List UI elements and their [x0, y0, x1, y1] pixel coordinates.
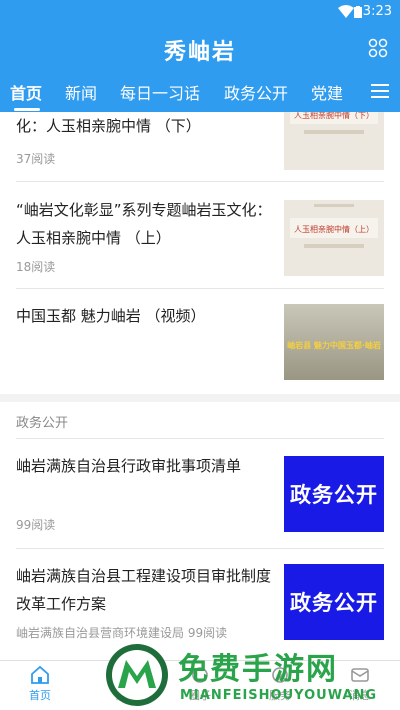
- nav-home-label: 首页: [29, 689, 51, 702]
- section-header: 政务公开: [16, 416, 69, 431]
- watermark-logo-icon: [106, 644, 168, 706]
- hamburger-menu-icon[interactable]: [370, 82, 390, 100]
- article-title: 中国玉都 魅力岫岩 （视频）: [16, 307, 206, 325]
- article-meta: 99阅读: [16, 518, 56, 532]
- article-meta: 18阅读: [16, 260, 56, 274]
- divider: [16, 181, 384, 182]
- list-item[interactable]: 中国玉都 魅力岫岩 （视频） 岫岩县 魅力中国玉都·岫岩: [16, 300, 384, 392]
- video-thumbnail: 岫岩县 魅力中国玉都·岫岩: [284, 304, 384, 380]
- wifi-icon: [338, 5, 354, 18]
- tab-daily-quote[interactable]: 每日一习话: [120, 80, 200, 104]
- list-item[interactable]: 化：人玉相亲腕中情 （下） 37阅读 人玉相亲腕中情（下）: [16, 112, 384, 182]
- category-tabs: 首页 新闻 每日一习话 政务公开 党建: [0, 72, 400, 112]
- tab-news[interactable]: 新闻: [65, 80, 97, 104]
- article-meta: 37阅读: [16, 152, 56, 166]
- grid-menu-icon[interactable]: [368, 38, 388, 58]
- thumb-caption: 人玉相亲腕中情（上）: [294, 224, 374, 234]
- battery-icon: [354, 6, 362, 18]
- active-tab-indicator: [14, 108, 40, 111]
- gov-thumbnail: 政务公开: [284, 456, 384, 532]
- home-icon: [31, 665, 49, 684]
- gov-thumbnail: 政务公开: [284, 564, 384, 640]
- article-thumbnail: 人玉相亲腕中情（下）: [284, 112, 384, 170]
- thumb-caption: 人玉相亲腕中情（下）: [294, 112, 374, 120]
- watermark-overlay: 免费手游网 MIANFEISHOUYOUWANG: [100, 640, 400, 710]
- tab-gov-affairs[interactable]: 政务公开: [224, 80, 288, 104]
- nav-home[interactable]: 首页: [10, 665, 70, 703]
- app-title: 秀岫岩: [163, 39, 236, 65]
- list-item[interactable]: “岫岩文化彰显”系列专题岫岩玉文化：人玉相亲腕中情 （上） 18阅读 人玉相亲腕…: [16, 194, 384, 288]
- article-title: 岫岩满族自治县工程建设项目审批制度改革工作方案: [16, 567, 272, 613]
- list-item[interactable]: 岫岩满族自治县行政审批事项清单 99阅读 政务公开: [16, 450, 384, 542]
- divider: [16, 288, 384, 289]
- tab-party[interactable]: 党建: [311, 80, 343, 104]
- tab-home[interactable]: 首页: [10, 80, 42, 104]
- article-title: 岫岩满族自治县行政审批事项清单: [16, 457, 242, 475]
- status-bar: 3:23: [0, 0, 400, 24]
- divider: [16, 438, 384, 439]
- thumb-caption: 岫岩县 魅力中国玉都·岫岩: [287, 340, 381, 350]
- article-title: “岫岩文化彰显”系列专题岫岩玉文化：人玉相亲腕中情 （上）: [16, 201, 272, 247]
- app-bar: 秀岫岩: [0, 24, 400, 72]
- article-thumbnail: 人玉相亲腕中情（上）: [284, 200, 384, 276]
- watermark-text: 免费手游网: [178, 652, 338, 687]
- article-title: 化：人玉相亲腕中情 （下）: [16, 117, 201, 135]
- status-time: 3:23: [362, 4, 392, 19]
- article-meta: 岫岩满族自治县营商环境建设局 99阅读: [16, 626, 228, 640]
- feed-list: 化：人玉相亲腕中情 （下） 37阅读 人玉相亲腕中情（下） “岫岩文化彰显”系列…: [0, 112, 400, 660]
- divider: [16, 548, 384, 549]
- watermark-subtext: MIANFEISHOUYOUWANG: [180, 688, 378, 703]
- section-gap: [0, 394, 400, 402]
